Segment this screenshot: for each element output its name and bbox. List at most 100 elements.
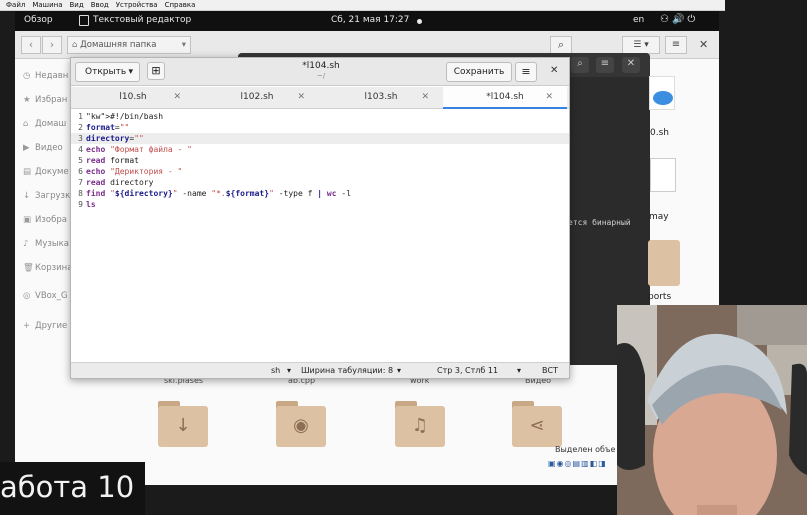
activities-button[interactable]: Обзор [24, 15, 53, 25]
line-number: 8 [78, 189, 83, 198]
search-button[interactable]: ⌕ [550, 36, 572, 54]
tab-l104[interactable]: *l104.sh ✕ [443, 87, 567, 109]
line-number: 7 [78, 178, 83, 187]
terminal-menu-button[interactable]: ≡ [596, 57, 614, 73]
line-number: 9 [78, 200, 83, 209]
sidebar-item-label: Домаш [35, 119, 67, 129]
sidebar-item-5[interactable]: ↓ Загрузк [23, 191, 70, 201]
keyboard-layout-indicator[interactable]: en [633, 15, 644, 25]
text-editor-app-icon [79, 15, 89, 26]
vbox-menu-devices[interactable]: Устройства [116, 1, 158, 9]
sidebar-item-8[interactable]: 🗑Корзина [23, 263, 72, 273]
trash-icon: 🗑 [23, 263, 34, 273]
vbox-menu-input[interactable]: Ввод [91, 1, 109, 9]
code-line[interactable]: 4 echo "Формат файла - " [71, 144, 569, 155]
system-menu[interactable]: ⚇🔊⏻ [660, 14, 698, 25]
tab-l10[interactable]: l10.sh ✕ [71, 87, 195, 109]
document-path: ~/ [316, 72, 326, 80]
music-icon: ♫ [411, 415, 429, 436]
sidebar-item-label: Загрузк [35, 191, 71, 201]
folder-video[interactable]: ⋖ [512, 401, 562, 447]
sidebar-item-label: Недавн [35, 71, 69, 81]
file-may-icon[interactable] [650, 158, 676, 192]
folder-work[interactable]: ♫ [395, 401, 445, 447]
close-tab-icon[interactable]: ✕ [173, 92, 181, 102]
line-text: read format [86, 156, 139, 165]
gnome-topbar: Обзор Текстовый редактор Сб, 21 мая 17:2… [15, 11, 719, 31]
terminal-close-button[interactable]: ✕ [622, 57, 640, 73]
folder-ab-cpp[interactable]: ◉ [276, 401, 326, 447]
path-label: Домашняя папка [80, 40, 157, 50]
file-sh-icon[interactable] [649, 76, 675, 110]
sidebar-item-2[interactable]: ⌂ Домаш [23, 119, 66, 129]
files-close-button[interactable]: ✕ [699, 38, 708, 51]
editor-menu-button[interactable]: ≡ [515, 62, 537, 82]
vbox-menu-view[interactable]: Вид [70, 1, 84, 9]
cursor-position[interactable]: Стр 3, Стлб 11 [437, 366, 498, 375]
open-label: Открыть [85, 67, 127, 77]
files-sidebar: ◷ Недавн ★ Избран ⌂ Домаш ▶ Видео ▤ Докуме ↓ Загруз… [15, 60, 73, 390]
back-button[interactable]: ‹ [21, 36, 41, 54]
code-line[interactable]: 7 read directory [71, 177, 569, 188]
sidebar-item-label: Изобра [35, 215, 67, 225]
close-tab-icon[interactable]: ✕ [421, 92, 429, 102]
camera-icon: ◉ [293, 415, 309, 436]
line-number: 2 [78, 123, 83, 132]
sidebar-item-6[interactable]: ▣ Изобра [23, 215, 67, 225]
clock-icon: ◷ [23, 71, 31, 81]
sidebar-item-4[interactable]: ▤ Докуме [23, 167, 69, 177]
code-editor[interactable]: 1 "kw">#!/bin/bash 2 format="" 3 directory=""… [71, 111, 569, 351]
download-icon: ↓ [23, 191, 31, 201]
vm-status-icons: ▣◉◎▤▥◧◨ [548, 459, 607, 468]
close-tab-icon[interactable]: ✕ [297, 92, 305, 102]
tab-l102[interactable]: l102.sh ✕ [195, 87, 319, 109]
document-icon: ▤ [23, 167, 32, 177]
code-line[interactable]: 1 "kw">#!/bin/bash [71, 111, 569, 122]
code-line[interactable]: 5 read format [71, 155, 569, 166]
insert-mode-indicator[interactable]: ВСТ [542, 366, 558, 375]
new-document-button[interactable]: ⊞ [147, 62, 165, 80]
clock[interactable]: Сб, 21 мая 17:27 [331, 15, 409, 25]
open-button[interactable]: Открыть ▾ [75, 62, 140, 82]
vbox-menu-file[interactable]: Файл [6, 1, 25, 9]
code-line[interactable]: 8 find "${directory}" -name "*.${format}"… [71, 188, 569, 199]
forward-button[interactable]: › [42, 36, 62, 54]
tab-l103[interactable]: l103.sh ✕ [319, 87, 443, 109]
line-number: 6 [78, 167, 83, 176]
script-gear-icon [653, 91, 673, 105]
sidebar-item-9[interactable]: ◎ VBox_G [23, 291, 67, 301]
path-bar[interactable]: ⌂ Домашняя папка ▾ [67, 36, 191, 54]
download-icon: ↓ [175, 415, 191, 436]
code-line[interactable]: 3 directory="" [71, 133, 569, 144]
line-text: find "${directory}" -name "*.${format}" … [86, 189, 352, 198]
save-button[interactable]: Сохранить [446, 62, 512, 82]
line-text: ls [86, 200, 96, 209]
code-line[interactable]: 9 ls [71, 199, 569, 210]
sidebar-item-7[interactable]: ♪ Музыка [23, 239, 69, 249]
tab-width-selector[interactable]: Ширина табуляции: 8 [301, 366, 393, 375]
language-selector[interactable]: sh [271, 366, 280, 375]
folder-ski-plases[interactable]: ↓ [158, 401, 208, 447]
sidebar-item-0[interactable]: ◷ Недавн [23, 71, 68, 81]
volume-icon: 🔊 [671, 14, 688, 25]
line-text: "kw">#!/bin/bash [86, 112, 164, 121]
app-menu-button[interactable]: Текстовый редактор [93, 15, 191, 25]
close-tab-icon[interactable]: ✕ [545, 92, 553, 102]
text-editor-window: Открыть ▾ ⊞ *l104.sh ~/ Сохранить ≡ ✕ l10… [70, 57, 570, 379]
chevron-down-icon: ▾ [181, 40, 186, 50]
sidebar-item-1[interactable]: ★ Избран [23, 95, 67, 105]
home-icon: ⌂ [23, 119, 29, 129]
terminal-search-button[interactable]: ⌕ [571, 57, 589, 73]
webcam-overlay [617, 305, 807, 515]
view-options-button[interactable]: ☰ ▾ [622, 36, 660, 54]
code-line[interactable]: 2 format="" [71, 122, 569, 133]
vbox-menu-help[interactable]: Справка [165, 1, 196, 9]
sidebar-item-3[interactable]: ▶ Видео [23, 143, 63, 153]
code-line[interactable]: 6 echo "Дериктория - " [71, 166, 569, 177]
editor-close-button[interactable]: ✕ [550, 65, 558, 76]
folder-ports-icon[interactable] [648, 240, 680, 286]
sidebar-item-label: Докуме [35, 167, 69, 177]
files-menu-button[interactable]: ≡ [665, 36, 687, 54]
sidebar-item-10[interactable]: + Другие [23, 321, 67, 331]
vbox-menu-machine[interactable]: Машина [32, 1, 62, 9]
